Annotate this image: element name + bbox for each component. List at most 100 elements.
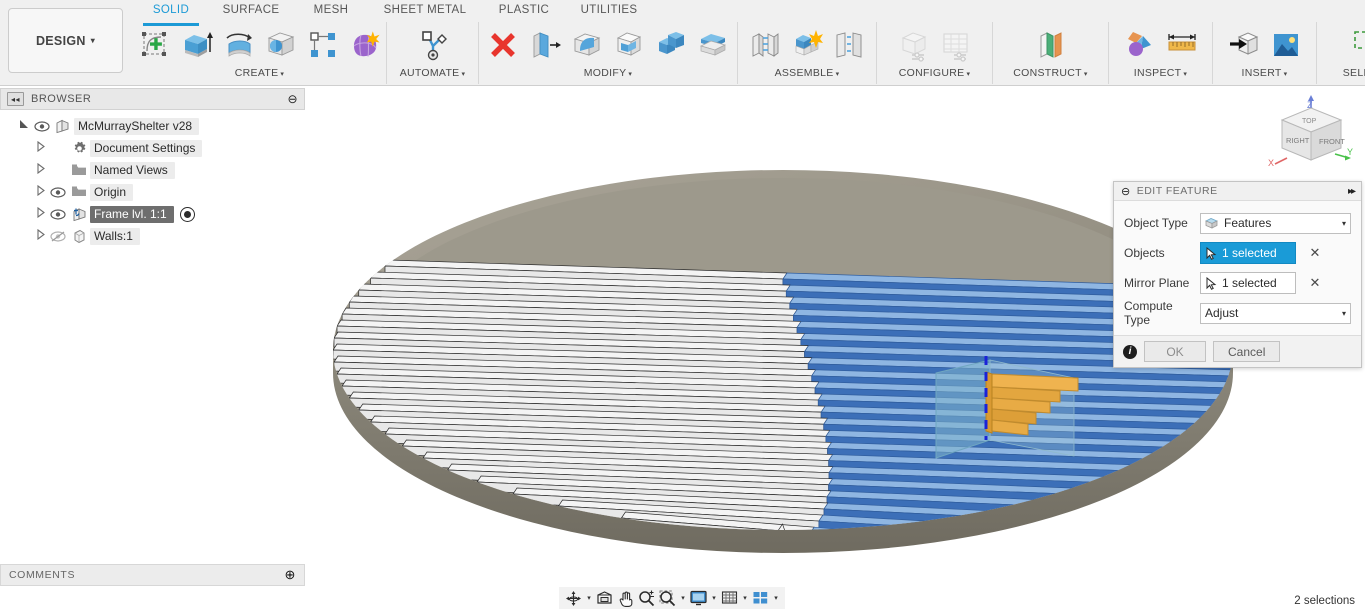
zoom-window-icon[interactable] [657, 588, 678, 608]
panel-automate: AUTOMATE ▾ [387, 22, 479, 84]
configure-model-icon[interactable] [893, 24, 935, 66]
expand-arrow-icon[interactable] [32, 140, 48, 155]
activated-component-icon[interactable] [179, 206, 195, 222]
tab-solid[interactable]: SOLID [143, 3, 199, 26]
revolve-icon[interactable] [218, 24, 260, 66]
info-icon[interactable]: i [1123, 344, 1137, 359]
tree-node-root[interactable]: McMurrayShelter v28 [0, 115, 305, 137]
press-pull-icon[interactable] [524, 24, 566, 66]
panel-label-construct[interactable]: CONSTRUCT ▾ [1013, 66, 1087, 82]
clear-objects-icon[interactable]: ✕ [1304, 245, 1326, 261]
dialog-title: EDIT FEATURE [1136, 185, 1218, 197]
panel-label-inspect[interactable]: INSPECT ▾ [1134, 66, 1187, 82]
design-workspace-button[interactable]: DESIGN ▾ [8, 8, 123, 73]
mirror-plane-selection-button[interactable]: 1 selected [1200, 272, 1296, 294]
tree-node-label[interactable]: Named Views [90, 161, 175, 179]
expand-arrow-icon[interactable] [16, 119, 32, 133]
sweep-icon[interactable] [260, 24, 302, 66]
tab-mesh[interactable]: MESH [303, 3, 359, 23]
compute-type-select[interactable]: Adjust ▾ [1200, 302, 1351, 324]
panel-select-text: SELECT [1342, 67, 1365, 79]
display-settings-dropdown-icon[interactable]: ▾ [709, 588, 719, 608]
visibility-eye-icon[interactable] [48, 208, 68, 220]
expand-arrow-icon[interactable] [32, 228, 48, 243]
ok-button[interactable]: OK [1144, 341, 1206, 362]
interference-icon[interactable] [1119, 24, 1161, 66]
panel-label-assemble[interactable]: ASSEMBLE ▾ [775, 66, 840, 82]
viewports-icon[interactable] [750, 588, 771, 608]
panel-label-modify[interactable]: MODIFY ▾ [584, 66, 632, 82]
look-at-icon[interactable] [594, 588, 615, 608]
rigid-group-icon[interactable] [828, 24, 870, 66]
extrude-icon[interactable] [176, 24, 218, 66]
construct-plane-icon[interactable] [1030, 24, 1072, 66]
insert-derive-icon[interactable] [1223, 24, 1265, 66]
expand-arrow-icon[interactable] [32, 206, 48, 221]
cube-faces[interactable]: TOP RIGHT FRONT [1280, 107, 1345, 161]
fillet-icon[interactable] [566, 24, 608, 66]
collapse-dialog-icon[interactable]: ⊖ [1121, 185, 1131, 198]
automate-icon[interactable] [412, 24, 454, 66]
panel-label-configure[interactable]: CONFIGURE ▾ [899, 66, 971, 82]
tree-node-frame-lvl-1[interactable]: Frame lvl. 1:1 [0, 203, 305, 225]
objects-selection-button[interactable]: 1 selected [1200, 242, 1296, 264]
select-window-icon[interactable] [1346, 24, 1365, 66]
tab-utilities[interactable]: UTILITIES [571, 3, 647, 23]
orbit-dropdown-icon[interactable]: ▾ [584, 588, 594, 608]
form-icon[interactable] [344, 24, 386, 66]
joint-icon[interactable] [744, 24, 786, 66]
create-sketch-icon[interactable] [134, 24, 176, 66]
panel-modify-text: MODIFY [583, 67, 627, 79]
tab-sheet-metal[interactable]: SHEET METAL [373, 3, 477, 23]
compute-type-value: Adjust [1205, 306, 1239, 320]
tree-node-document-settings[interactable]: Document Settings [0, 137, 305, 159]
zoom-window-dropdown-icon[interactable]: ▾ [678, 588, 688, 608]
shell-icon[interactable] [608, 24, 650, 66]
expand-arrow-icon[interactable] [32, 162, 48, 177]
tree-node-label[interactable]: Walls:1 [90, 227, 140, 245]
pan-icon[interactable] [615, 588, 636, 608]
visibility-eye-hidden-icon[interactable] [48, 230, 68, 242]
panel-select: SELECT▾ [1317, 22, 1365, 84]
view-cube[interactable]: X Y Z TOP RIGHT FRONT [1265, 92, 1357, 172]
add-comment-icon[interactable]: ⊕ [285, 567, 297, 583]
tree-node-named-views[interactable]: Named Views [0, 159, 305, 181]
delete-icon[interactable] [482, 24, 524, 66]
viewports-dropdown-icon[interactable]: ▾ [771, 588, 781, 608]
panel-label-create[interactable]: CREATE ▾ [235, 66, 284, 82]
zoom-icon[interactable] [636, 588, 657, 608]
minimize-browser-icon[interactable]: ⊖ [287, 92, 298, 106]
tree-node-origin[interactable]: Origin [0, 181, 305, 203]
panel-label-automate[interactable]: AUTOMATE ▾ [400, 66, 466, 82]
tree-node-walls-1[interactable]: Walls:1 [0, 225, 305, 247]
tab-surface[interactable]: SURFACE [213, 3, 289, 23]
object-type-select[interactable]: Features ▾ [1200, 212, 1351, 234]
panel-label-select[interactable]: SELECT▾ [1343, 66, 1365, 82]
tree-node-label[interactable]: Frame lvl. 1:1 [90, 205, 174, 223]
grid-snaps-dropdown-icon[interactable]: ▾ [740, 588, 750, 608]
visibility-eye-icon[interactable] [32, 120, 52, 132]
pattern-icon[interactable] [302, 24, 344, 66]
edit-feature-dialog[interactable]: ⊖ EDIT FEATURE ▸▸ Object Type Features ▾… [1113, 181, 1362, 368]
panel-label-insert[interactable]: INSERT ▾ [1242, 66, 1288, 82]
clear-mirror-plane-icon[interactable]: ✕ [1304, 275, 1326, 291]
tree-node-label[interactable]: Origin [90, 183, 134, 201]
tree-node-label[interactable]: McMurrayShelter v28 [74, 117, 200, 135]
display-settings-icon[interactable] [688, 588, 709, 608]
tree-node-label[interactable]: Document Settings [90, 139, 203, 157]
split-face-icon[interactable] [692, 24, 734, 66]
measure-icon[interactable] [1161, 24, 1203, 66]
orbit-icon[interactable] [563, 588, 584, 608]
collapse-browser-icon[interactable]: ◂◂ [7, 92, 24, 106]
grid-snaps-icon[interactable] [719, 588, 740, 608]
expand-dialog-icon[interactable]: ▸▸ [1348, 186, 1356, 197]
visibility-eye-icon[interactable] [48, 186, 68, 198]
cancel-button[interactable]: Cancel [1213, 341, 1281, 362]
as-built-joint-icon[interactable] [786, 24, 828, 66]
comments-bar[interactable]: COMMENTS ⊕ [0, 564, 305, 586]
configure-table-icon[interactable] [935, 24, 977, 66]
tab-plastic[interactable]: PLASTIC [491, 3, 557, 23]
insert-image-icon[interactable] [1265, 24, 1307, 66]
combine-icon[interactable] [650, 24, 692, 66]
expand-arrow-icon[interactable] [32, 184, 48, 199]
